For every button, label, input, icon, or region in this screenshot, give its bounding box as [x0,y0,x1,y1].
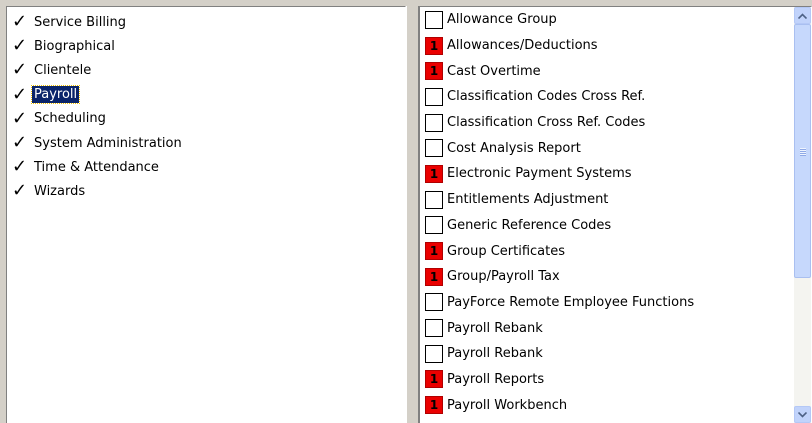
module-label: System Administration [34,135,182,151]
function-list-panel[interactable]: Allowance Group 1 Allowances/Deductions 1 Ca… [419,6,812,423]
function-item[interactable]: 1 Cast Overtime [425,58,811,84]
function-item[interactable]: Classification Codes Cross Ref. [425,84,811,110]
function-item[interactable]: 1 Payroll Workbench [425,392,811,418]
function-label: Classification Cross Ref. Codes [447,115,646,131]
function-item[interactable]: 1 Group Certificates [425,238,811,264]
function-item[interactable]: Cost Analysis Report [425,135,811,161]
function-label: Entitlements Adjustment [447,192,609,208]
function-label: Allowance Group [447,12,557,28]
module-label: Service Billing [34,14,127,30]
module-item[interactable]: ✓ Scheduling [12,107,405,131]
module-item[interactable]: ✓ Payroll [12,83,405,107]
check-icon: ✓ [12,35,28,57]
check-icon: ✓ [12,180,28,202]
check-icon: ✓ [12,11,28,33]
function-label: Cost Analysis Report [447,140,581,156]
function-item[interactable]: Payroll Rebank [425,341,811,367]
module-label: Payroll [30,85,81,105]
module-item[interactable]: ✓ Service Billing [12,10,405,34]
check-icon: ✓ [12,83,28,105]
function-label: Payroll Rebank [447,320,543,336]
module-label: Scheduling [34,111,106,127]
access-level-badge[interactable]: 1 [425,164,443,183]
function-item[interactable]: Entitlements Adjustment [425,187,811,213]
access-level-badge[interactable]: 1 [425,370,443,389]
function-label: Allowances/Deductions [447,38,598,54]
function-item[interactable]: 1 Payroll Reports [425,367,811,393]
arrow-down-icon [798,411,807,418]
function-item[interactable]: Payroll Rebank [425,315,811,341]
arrow-up-icon [798,12,807,19]
panel-splitter[interactable] [406,6,419,423]
vertical-scrollbar[interactable] [794,7,811,423]
check-icon: ✓ [12,59,28,81]
function-item[interactable]: PayForce Remote Employee Functions [425,290,811,316]
function-item[interactable]: 1 Group/Payroll Tax [425,264,811,290]
access-level-badge[interactable]: 1 [425,62,443,81]
access-checkbox[interactable] [425,87,443,106]
function-label: Payroll Rebank [447,346,543,362]
access-level-badge[interactable]: 1 [425,396,443,415]
module-item[interactable]: ✓ Biographical [12,34,405,58]
function-label: Payroll Reports [447,371,545,387]
scroll-down-button[interactable] [794,406,811,423]
scrollbar-thumb[interactable] [794,24,811,278]
check-icon: ✓ [12,156,28,178]
access-checkbox[interactable] [425,319,443,338]
function-list: Allowance Group 1 Allowances/Deductions 1 Ca… [420,7,811,418]
access-level-badge[interactable]: 1 [425,267,443,286]
function-label: Group/Payroll Tax [447,269,560,285]
access-checkbox[interactable] [425,216,443,235]
function-label: Group Certificates [447,243,566,259]
function-label: Payroll Workbench [447,397,568,413]
module-item[interactable]: ✓ System Administration [12,131,405,155]
function-item[interactable]: Classification Cross Ref. Codes [425,110,811,136]
function-label: Cast Overtime [447,63,541,79]
function-item[interactable]: 1 Allowances/Deductions [425,33,811,59]
function-item[interactable]: Allowance Group [425,7,811,33]
module-label: Clientele [34,62,92,78]
scroll-up-button[interactable] [794,7,811,24]
module-tree[interactable]: ✓ Service Billing ✓ Biographical ✓ Clientele ✓… [6,6,406,423]
access-level-badge[interactable]: 1 [425,242,443,261]
module-item[interactable]: ✓ Wizards [12,179,405,203]
function-label: Generic Reference Codes [447,217,612,233]
access-checkbox[interactable] [425,10,443,29]
function-item[interactable]: Generic Reference Codes [425,213,811,239]
function-label: Classification Codes Cross Ref. [447,89,646,105]
module-list: ✓ Service Billing ✓ Biographical ✓ Clientele ✓… [7,7,405,204]
access-checkbox[interactable] [425,190,443,209]
function-item[interactable]: 1 Electronic Payment Systems [425,161,811,187]
access-level-badge[interactable]: 1 [425,36,443,55]
access-checkbox[interactable] [425,344,443,363]
check-icon: ✓ [12,132,28,154]
function-label: Electronic Payment Systems [447,166,632,182]
module-label: Biographical [34,38,115,54]
module-item[interactable]: ✓ Clientele [12,58,405,82]
access-checkbox[interactable] [425,139,443,158]
function-label: PayForce Remote Employee Functions [447,294,695,310]
scrollbar-grip [800,148,806,156]
module-label: Wizards [34,183,86,199]
module-label: Time & Attendance [34,159,159,175]
module-item[interactable]: ✓ Time & Attendance [12,155,405,179]
access-checkbox[interactable] [425,293,443,312]
access-checkbox[interactable] [425,113,443,132]
check-icon: ✓ [12,107,28,129]
